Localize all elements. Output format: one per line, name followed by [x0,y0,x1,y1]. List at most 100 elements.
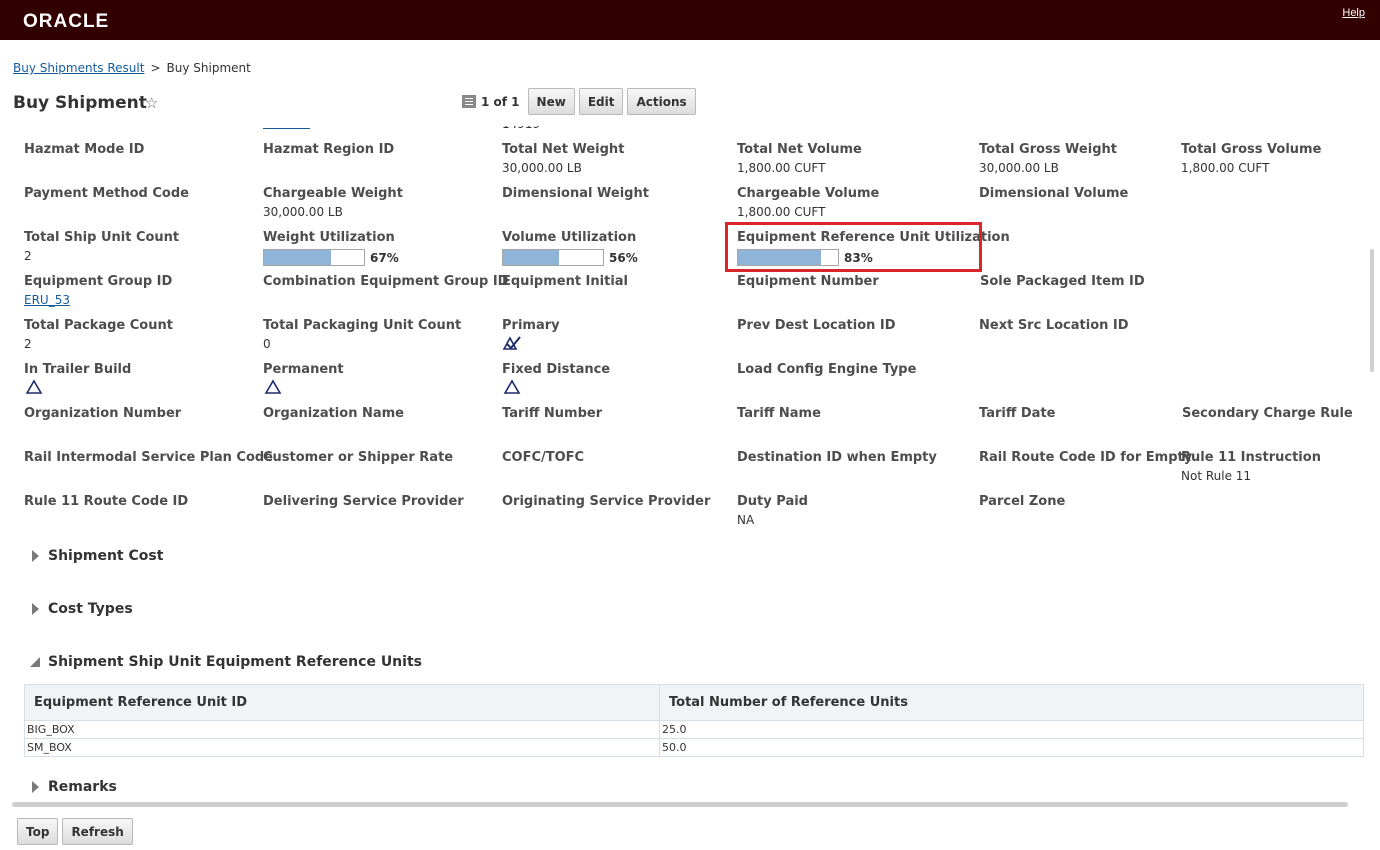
field-equipment-number: Equipment Number [737,274,879,289]
field-total-gross-weight: Total Gross Weight 30,000.00 LB [979,142,1117,175]
field-label: Total Gross Volume [1181,142,1322,157]
field-sole-packaged-item-id: Sole Packaged Item ID [980,274,1145,289]
field-label: Payment Method Code [24,186,189,201]
field-cofc-tofc: COFC/TOFC [502,450,584,465]
field-label: Tariff Number [502,406,603,421]
column-header-eru-id[interactable]: Equipment Reference Unit ID [24,684,660,721]
field-total-ship-unit-count: Total Ship Unit Count 2 [24,230,179,263]
table-row[interactable]: SM_BOX 50.0 [24,738,1364,757]
field-label: Weight Utilization [263,230,395,245]
field-total-package-count: Total Package Count 2 [24,318,173,351]
field-label: Duty Paid [737,494,808,509]
field-value: NA [737,513,755,527]
oracle-logo: ORACLE [23,11,110,32]
collapse-arrow-icon [30,657,40,667]
field-originating-service-provider: Originating Service Provider [502,494,710,509]
field-value: 30,000.00 LB [979,161,1059,175]
field-label: Primary [502,318,560,333]
field-weight-utilization: Weight Utilization 67% [263,230,399,266]
field-label: Secondary Charge Rule [1182,406,1353,421]
field-next-src-location-id: Next Src Location ID [979,318,1129,333]
field-label: Total Net Volume [737,142,862,157]
field-tariff-name: Tariff Name [737,406,821,421]
partial-link[interactable] [263,126,310,129]
unchecked-triangle-icon [264,379,282,394]
top-banner: ORACLE Help [0,0,1380,40]
field-label: Rule 11 Instruction [1181,450,1321,465]
field-label: Total Packaging Unit Count [263,318,462,333]
edit-button[interactable]: Edit [578,88,624,115]
field-value: 0 [263,337,271,351]
field-total-net-volume: Total Net Volume 1,800.00 CUFT [737,142,862,175]
refresh-button[interactable]: Refresh [62,818,133,845]
section-shipment-cost[interactable]: Shipment Cost [32,548,163,564]
field-duty-paid: Duty Paid NA [737,494,808,527]
top-button[interactable]: Top [17,818,59,845]
new-button[interactable]: New [527,88,575,115]
field-equipment-initial: Equipment Initial [502,274,628,289]
field-organization-name: Organization Name [263,406,404,421]
field-customer-or-shipper-rate: Customer or Shipper Rate [263,450,453,465]
field-in-trailer-build: In Trailer Build [24,362,131,399]
field-dimensional-volume: Dimensional Volume [979,186,1128,201]
expand-arrow-icon [32,781,39,793]
field-label: Parcel Zone [979,494,1066,509]
field-label: Rule 11 Route Code ID [24,494,189,509]
field-label: Tariff Name [737,406,821,421]
footer-buttons: Top Refresh [17,818,137,845]
field-label: Organization Name [263,406,404,421]
field-label: Prev Dest Location ID [737,318,896,333]
meter-percent: 56% [609,250,638,265]
field-delivering-service-provider: Delivering Service Provider [263,494,464,509]
field-label: Organization Number [24,406,182,421]
field-label: Rail Intermodal Service Plan Code [24,450,273,465]
field-value: 30,000.00 LB [263,205,343,219]
field-label: Equipment Number [737,274,879,289]
equipment-group-link[interactable]: ERU_53 [24,293,172,307]
field-value: 2 [24,249,32,263]
field-value: 1,800.00 CUFT [737,161,826,175]
table-cell: 25.0 [659,720,1364,739]
vertical-scrollbar[interactable] [1370,249,1374,372]
section-remarks[interactable]: Remarks [32,779,117,795]
table-row[interactable]: BIG_BOX 25.0 [24,720,1364,739]
field-chargeable-volume: Chargeable Volume 1,800.00 CUFT [737,186,879,219]
breadcrumb-separator: > [150,61,161,75]
field-label: Delivering Service Provider [263,494,464,509]
star-outline-icon[interactable]: ☆ [145,94,158,112]
field-value: 1,800.00 CUFT [737,205,826,219]
field-label: COFC/TOFC [502,450,585,465]
field-rule-11-route-code-id: Rule 11 Route Code ID [24,494,188,509]
field-label: Volume Utilization [502,230,637,245]
field-volume-utilization: Volume Utilization 56% [502,230,638,266]
expand-arrow-icon [32,550,39,562]
breadcrumb-buy-shipments-result-link[interactable]: Buy Shipments Result [13,61,144,75]
actions-button[interactable]: Actions [627,88,696,115]
field-total-gross-volume: Total Gross Volume 1,800.00 CUFT [1181,142,1321,175]
column-header-total-number[interactable]: Total Number of Reference Units [659,684,1364,721]
field-prev-dest-location-id: Prev Dest Location ID [737,318,896,333]
field-label: Tariff Date [979,406,1056,421]
field-label: Rail Route Code ID for Empty [979,450,1193,465]
pager-text: 1 of 1 [481,94,520,109]
weight-utilization-meter: 67% [263,249,399,266]
section-title: Shipment Cost [48,548,164,564]
field-label: Next Src Location ID [979,318,1129,333]
field-label: Destination ID when Empty [737,450,937,465]
horizontal-scrollbar[interactable] [12,802,1348,807]
field-label: Originating Service Provider [502,494,711,509]
field-rule-11-instruction: Rule 11 Instruction Not Rule 11 [1181,450,1321,483]
section-cost-types[interactable]: Cost Types [32,601,133,617]
field-label: Hazmat Mode ID [24,142,145,157]
help-link[interactable]: Help [1342,7,1365,19]
section-eru[interactable]: Shipment Ship Unit Equipment Reference U… [30,654,422,670]
meter-fill [264,250,331,265]
field-parcel-zone: Parcel Zone [979,494,1065,509]
section-title: Shipment Ship Unit Equipment Reference U… [48,654,422,670]
field-combination-equipment-group-id: Combination Equipment Group ID [263,274,508,289]
field-total-packaging-unit-count: Total Packaging Unit Count 0 [263,318,461,351]
list-icon[interactable] [462,95,476,108]
partial-value: 14919 [502,126,540,131]
field-secondary-charge-rule: Secondary Charge Rule [1182,406,1353,421]
field-label: Total Package Count [24,318,173,333]
